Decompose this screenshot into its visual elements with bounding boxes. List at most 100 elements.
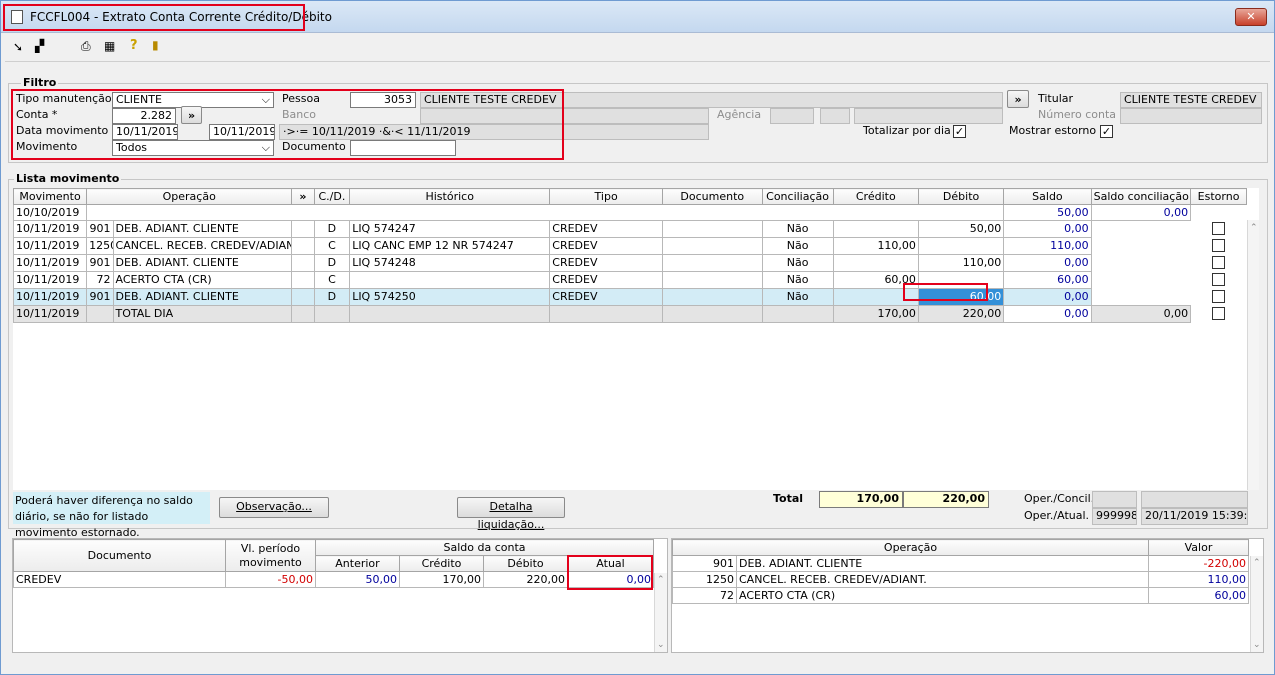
operacao-code: 901 <box>672 555 737 572</box>
operacao-row[interactable]: 901 DEB. ADIANT. CLIENTE -220,00 <box>672 555 1250 572</box>
row-op-desc: ACERTO CTA (CR) <box>112 271 292 289</box>
estorno-checkbox[interactable] <box>1212 272 1226 286</box>
total-debito-cell: 220,00 <box>917 305 1005 323</box>
estorno-checkbox[interactable] <box>1212 255 1226 269</box>
close-button[interactable]: ✕ <box>1235 8 1267 26</box>
resumo-row[interactable]: CREDEV -50,00 50,00 170,00 220,00 0,00 <box>13 571 655 588</box>
total-credito: 170,00 <box>819 491 903 508</box>
mostrar-estorno-checkbox[interactable]: ✓ <box>1100 125 1113 138</box>
operacao-desc: DEB. ADIANT. CLIENTE <box>735 555 1150 572</box>
grid-icon[interactable]: ▞ <box>35 39 44 53</box>
filtro-title: Filtro <box>21 76 59 89</box>
movement-grid: Movimento Operação » C./D. Histórico Tip… <box>13 188 1259 490</box>
calendar-icon[interactable]: ▦ <box>104 39 115 53</box>
total-expand <box>291 305 315 323</box>
col-credito[interactable]: Crédito <box>832 188 919 205</box>
resumo-scrollbar[interactable]: ⌃ ⌄ <box>654 573 667 652</box>
resumo-col-documento[interactable]: Documento <box>13 539 226 572</box>
row-expand <box>291 271 315 289</box>
row-conciliacao: Não <box>761 288 834 306</box>
operacao-code: 72 <box>672 587 737 604</box>
table-row[interactable]: 10/11/2019 901 DEB. ADIANT. CLIENTE D LIQ 57… <box>13 254 1247 272</box>
opening-saldo-conc: 0,00 <box>1090 204 1192 221</box>
resumo-col-vl-periodo[interactable]: Vl. período movimento <box>225 539 316 572</box>
operacoes-scrollbar[interactable]: ⌃ ⌄ <box>1250 556 1263 652</box>
col-cd[interactable]: C./D. <box>313 188 351 205</box>
observacao-button[interactable]: Observação... <box>219 497 329 518</box>
total-cd <box>313 305 351 323</box>
scroll-up-icon[interactable]: ⌃ <box>657 575 665 585</box>
operacoes-col-operacao[interactable]: Operação <box>672 539 1150 556</box>
row-op-code: 72 <box>86 271 114 289</box>
col-tipo[interactable]: Tipo <box>549 188 663 205</box>
row-cd: D <box>313 288 351 306</box>
estorno-checkbox[interactable] <box>1212 221 1226 235</box>
table-row[interactable]: 10/11/2019 901 DEB. ADIANT. CLIENTE D LIQ 57… <box>13 288 1247 306</box>
row-historico <box>349 271 551 289</box>
totalizar-label: Totalizar por dia <box>863 124 951 137</box>
col-operacao[interactable]: Operação <box>86 188 293 205</box>
scroll-up-icon[interactable]: ⌃ <box>1250 223 1258 233</box>
resumo-debito: 220,00 <box>483 571 568 588</box>
row-saldo-conc <box>1091 288 1191 306</box>
row-credito <box>832 220 919 238</box>
estorno-checkbox[interactable] <box>1212 238 1226 252</box>
total-dia-row[interactable]: 10/11/2019 TOTAL DIA 170,00 220,00 0,00 0,00 <box>13 305 1247 323</box>
col-conciliacao[interactable]: Conciliação <box>761 188 834 205</box>
totalizar-checkbox[interactable]: ✓ <box>953 125 966 138</box>
total-saldo-cell: 0,00 <box>1003 305 1092 323</box>
estorno-checkbox[interactable] <box>1212 289 1226 303</box>
scroll-up-icon[interactable]: ⌃ <box>1253 558 1261 568</box>
resumo-credito: 170,00 <box>399 571 484 588</box>
row-conciliacao: Não <box>761 237 834 255</box>
col-movimento[interactable]: Movimento <box>13 188 88 205</box>
row-expand <box>291 254 315 272</box>
row-credito <box>832 254 919 272</box>
col-debito[interactable]: Débito <box>917 188 1005 205</box>
row-saldo: 0,00 <box>1003 288 1092 306</box>
row-cd: D <box>313 254 351 272</box>
resumo-col-debito[interactable]: Débito <box>483 555 568 572</box>
resumo-col-credito[interactable]: Crédito <box>399 555 484 572</box>
col-estorno[interactable]: Estorno <box>1190 188 1247 205</box>
scroll-down-icon[interactable]: ⌄ <box>657 640 665 650</box>
oper-concil-user <box>1092 491 1137 508</box>
operacao-row[interactable]: 1250 CANCEL. RECEB. CREDEV/ADIANT. 110,00 <box>672 571 1250 588</box>
col-saldo[interactable]: Saldo <box>1003 188 1092 205</box>
opening-balance-row[interactable]: 10/10/2019 50,00 0,00 <box>13 204 1247 221</box>
total-date: 10/11/2019 <box>13 305 88 323</box>
resumo-col-anterior[interactable]: Anterior <box>315 555 400 572</box>
movement-header-row: Movimento Operação » C./D. Histórico Tip… <box>13 188 1247 205</box>
col-expand[interactable]: » <box>291 188 315 205</box>
pessoa-lookup-button[interactable]: » <box>1007 90 1029 108</box>
operacao-valor: -220,00 <box>1148 555 1250 572</box>
operacoes-col-valor[interactable]: Valor <box>1148 539 1250 556</box>
exit-door-icon[interactable]: ▮ <box>152 38 159 52</box>
operacao-row[interactable]: 72 ACERTO CTA (CR) 60,00 <box>672 587 1250 604</box>
table-row[interactable]: 10/11/2019 901 DEB. ADIANT. CLIENTE D LIQ 57… <box>13 220 1247 238</box>
titular-field: CLIENTE TESTE CREDEV <box>1120 92 1262 108</box>
row-estorno <box>1190 288 1247 306</box>
estorno-checkbox[interactable] <box>1212 306 1226 320</box>
arrow-in-icon[interactable]: ➘ <box>13 40 23 54</box>
operacoes-table: Operação Valor 901 DEB. ADIANT. CLIENTE -2… <box>672 539 1250 604</box>
col-documento[interactable]: Documento <box>662 188 763 205</box>
help-icon[interactable]: ? <box>130 38 138 53</box>
scroll-down-icon[interactable]: ⌄ <box>1253 640 1261 650</box>
row-documento <box>662 288 763 306</box>
detalha-liquidacao-button[interactable]: Detalha liquidação... <box>457 497 565 531</box>
oper-concil-date <box>1141 491 1248 508</box>
row-estorno <box>1190 271 1247 289</box>
table-row[interactable]: 10/11/2019 72 ACERTO CTA (CR) C CREDEV Não 60,… <box>13 271 1247 289</box>
col-saldo-conciliacao[interactable]: Saldo conciliação <box>1090 188 1192 205</box>
table-row[interactable]: 10/11/20191250CANCEL. RECEB. CREDEV/ADIA… <box>13 237 1247 255</box>
row-expand <box>291 288 315 306</box>
col-historico[interactable]: Histórico <box>349 188 551 205</box>
movement-scrollbar[interactable]: ⌃ <box>1247 220 1259 490</box>
numero-conta-field <box>1120 108 1262 124</box>
total-label-cell: TOTAL DIA <box>112 305 293 323</box>
opening-date: 10/10/2019 <box>13 204 88 221</box>
row-cd: C <box>313 237 351 255</box>
printer-icon[interactable]: ⎙ <box>81 39 91 54</box>
row-tipo: CREDEV <box>549 237 663 255</box>
